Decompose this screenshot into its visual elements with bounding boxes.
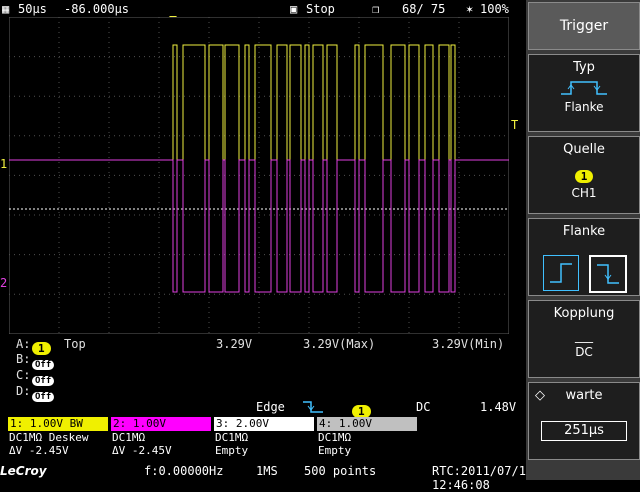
channel-3-coupling: DC1MΩ xyxy=(214,431,314,444)
knob-icon: ◇ xyxy=(535,388,545,403)
timebase-value[interactable]: 50µs xyxy=(18,2,47,16)
trigger-level: 1.48V xyxy=(480,400,517,414)
acquisition-icon: ❐ xyxy=(372,2,380,16)
trigger-mode: Edge xyxy=(256,400,285,414)
menu-quelle[interactable]: Quelle 1 CH1 xyxy=(528,136,640,214)
waveform-display[interactable] xyxy=(9,17,509,334)
channel-2-coupling: DC1MΩ xyxy=(111,431,211,444)
meas-a-value: 3.29V xyxy=(216,337,253,351)
channel-2-delta: ΔV -2.45V xyxy=(111,444,211,457)
trigger-menu: Trigger Typ Flanke Quelle 1 CH1 Flanke K… xyxy=(526,0,640,480)
ch1-marker[interactable]: 1 xyxy=(0,157,7,171)
delay-value[interactable]: -86.000µs xyxy=(64,2,129,16)
falling-edge-icon xyxy=(303,401,323,413)
menu-typ-value: Flanke xyxy=(564,100,604,114)
menu-quelle-title: Quelle xyxy=(563,142,605,157)
zoom-value: 100% xyxy=(480,2,509,16)
menu-kopplung-value: DC xyxy=(575,345,593,359)
rising-edge-icon xyxy=(550,263,572,283)
menu-warte[interactable]: ◇ warte 251µs xyxy=(528,382,640,460)
trigger-coupling: DC xyxy=(416,400,431,414)
meas-d-off[interactable]: Off xyxy=(32,384,55,403)
channel-3-scale: 3: 2.00V xyxy=(214,417,314,431)
menu-quelle-chip: 1 xyxy=(529,165,639,184)
menu-typ[interactable]: Typ Flanke xyxy=(528,54,640,132)
channel-1-scale: 1: 1.00V BW xyxy=(8,417,108,431)
meas-c-label: C: xyxy=(16,368,31,382)
zoom-icon: ✶ xyxy=(466,2,474,16)
rtc-clock: RTC:2011/07/16 12:46:08 xyxy=(432,464,534,492)
acquisition-count: 68/ 75 xyxy=(402,2,446,16)
channel-4-box[interactable]: 4: 1.00V DC1MΩ Empty xyxy=(317,417,417,462)
channel-3-state: Empty xyxy=(214,444,314,457)
frequency-readout: f:0.00000Hz xyxy=(144,464,224,478)
meas-a-max: 3.29V(Max) xyxy=(303,337,376,351)
ch2-marker[interactable]: 2 xyxy=(0,276,7,290)
status-bar: ▦ 50µs -86.000µs ▣ Stop ❐ 68/ 75 ✶ 100% xyxy=(0,0,526,18)
warte-value[interactable]: 251µs xyxy=(541,421,627,441)
bottom-bar: LeCroy f:0.00000Hz 1MS 500 points RTC:20… xyxy=(0,464,533,492)
menu-header[interactable]: Trigger xyxy=(528,2,640,50)
channel-1-coupling: DC1MΩ Deskew xyxy=(8,431,108,444)
menu-quelle-value: CH1 xyxy=(571,186,597,200)
menu-flanke[interactable]: Flanke xyxy=(528,218,640,296)
falling-edge-option[interactable] xyxy=(589,255,627,293)
menu-kopplung-title: Kopplung xyxy=(553,306,615,321)
trigger-level-marker[interactable]: T xyxy=(511,118,518,132)
channel-2-scale: 2: 1.00V xyxy=(111,417,211,431)
menu-warte-title: ◇ warte xyxy=(535,388,603,403)
stop-icon: ▣ xyxy=(290,2,298,16)
menu-flanke-title: Flanke xyxy=(562,224,606,239)
meas-a-label: A: xyxy=(16,337,31,351)
channel-4-state: Empty xyxy=(317,444,417,457)
meas-a-name: Top xyxy=(64,337,86,351)
channel-4-scale: 4: 1.00V xyxy=(317,417,417,431)
timebase-icon: ▦ xyxy=(2,2,10,16)
channel-4-coupling: DC1MΩ xyxy=(317,431,417,444)
meas-d-label: D: xyxy=(16,384,31,398)
run-state[interactable]: Stop xyxy=(306,2,335,16)
meas-b-label: B: xyxy=(16,352,31,366)
meas-a-min: 3.29V(Min) xyxy=(432,337,505,351)
edge-type-icon xyxy=(561,81,607,95)
falling-edge-option-icon xyxy=(597,264,619,284)
rising-edge-option[interactable] xyxy=(543,255,579,291)
points-count: 500 points xyxy=(304,464,377,478)
menu-kopplung-symbol: ___ xyxy=(575,329,593,343)
channel-2-box[interactable]: 2: 1.00V DC1MΩ ΔV -2.45V xyxy=(111,417,211,462)
menu-kopplung[interactable]: Kopplung ___ DC xyxy=(528,300,640,378)
brand-logo: LeCroy xyxy=(0,464,47,478)
menu-typ-title: Typ xyxy=(573,60,595,75)
channel-1-delta: ΔV -2.45V xyxy=(8,444,108,457)
channel-3-box[interactable]: 3: 2.00V DC1MΩ Empty xyxy=(214,417,314,462)
channel-1-box[interactable]: 1: 1.00V BW DC1MΩ Deskew ΔV -2.45V xyxy=(8,417,108,462)
sample-memory: 1MS xyxy=(256,464,278,478)
